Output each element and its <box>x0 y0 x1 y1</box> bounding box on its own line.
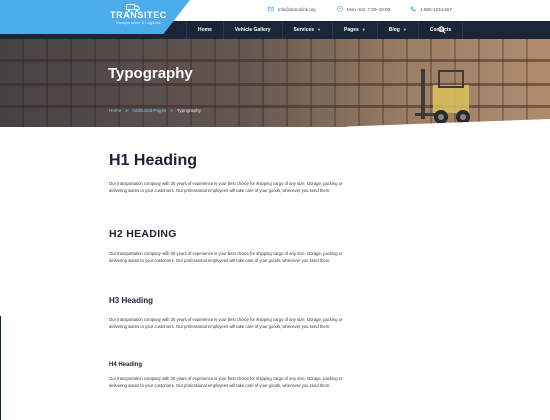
h1-section: H1 Heading <box>109 152 359 170</box>
h4-paragraph: Our transportation company with 30 years… <box>109 376 343 388</box>
h3-section: H3 Heading <box>109 296 359 305</box>
nav-item-blog[interactable]: Blog ▼ <box>378 21 419 39</box>
contact-phone[interactable]: 1-800-1234-567 <box>410 6 452 12</box>
h1-paragraph: Our transportation company with 30 years… <box>109 181 343 193</box>
nav-item-home[interactable]: Home <box>186 21 224 39</box>
nav-item-label: Blog <box>388 27 400 33</box>
chevron-down-icon: ▼ <box>361 27 366 32</box>
main-nav: Home Vehicle Gallery Services ▼ Pages ▼ Bl… <box>186 21 464 39</box>
chevron-down-icon: ▼ <box>402 27 407 32</box>
h3-paragraph: Our transportation company with 30 years… <box>109 317 343 329</box>
nav-item-label: Pages <box>344 27 359 33</box>
page-edge-line <box>0 316 1 420</box>
phone-icon <box>410 6 416 12</box>
h2-paragraph: Our transportation company with 30 years… <box>109 251 343 263</box>
breadcrumb-separator: » <box>170 108 173 113</box>
contact-hours: Mon–Sat: 7:00–19:00 <box>337 6 390 12</box>
h1-heading: H1 Heading <box>109 152 198 169</box>
breadcrumb-home[interactable]: Home <box>109 108 121 113</box>
nav-item-pages[interactable]: Pages ▼ <box>333 21 378 39</box>
h4-section: H4 Heading <box>109 362 359 368</box>
contact-hours-text: Mon–Sat: 7:00–19:00 <box>347 6 391 12</box>
search-icon[interactable] <box>438 26 446 34</box>
mail-icon <box>268 6 274 12</box>
chevron-down-icon: ▼ <box>317 27 322 32</box>
h4-heading: H4 Heading <box>109 362 143 368</box>
nav-item-vehicle-gallery[interactable]: Vehicle Gallery <box>224 21 283 39</box>
brand-tagline: Transportation & Logistics <box>115 21 161 25</box>
nav-item-label: Services <box>293 27 315 33</box>
hero-shelf <box>0 59 550 62</box>
contact-email-text[interactable]: info@demolink.org <box>278 7 316 12</box>
nav-item-label: Home <box>198 27 212 33</box>
clock-icon <box>337 6 343 12</box>
page-title: Typography <box>108 65 193 82</box>
breadcrumb-additional-pages[interactable]: Additional Pages <box>132 108 166 113</box>
h2-section: H2 HEADING <box>109 228 359 240</box>
h2-heading: H2 HEADING <box>109 228 177 240</box>
contact-phone-text[interactable]: 1-800-1234-567 <box>420 7 452 12</box>
breadcrumb: Home » Additional Pages » Typography <box>109 108 201 113</box>
logo[interactable]: TRANSITEC Transportation & Logistics <box>0 0 190 34</box>
forklift-illustration <box>415 69 470 124</box>
breadcrumb-separator: » <box>125 108 128 113</box>
h3-heading: H3 Heading <box>109 296 154 305</box>
breadcrumb-current: Typography <box>176 108 201 113</box>
nav-item-label: Vehicle Gallery <box>234 27 271 33</box>
page-hero: Typography Home » Additional Pages » Typ… <box>0 39 550 127</box>
nav-item-services[interactable]: Services ▼ <box>283 21 334 39</box>
contact-email[interactable]: info@demolink.org <box>268 6 316 12</box>
brand-name: TRANSITEC <box>110 10 167 20</box>
